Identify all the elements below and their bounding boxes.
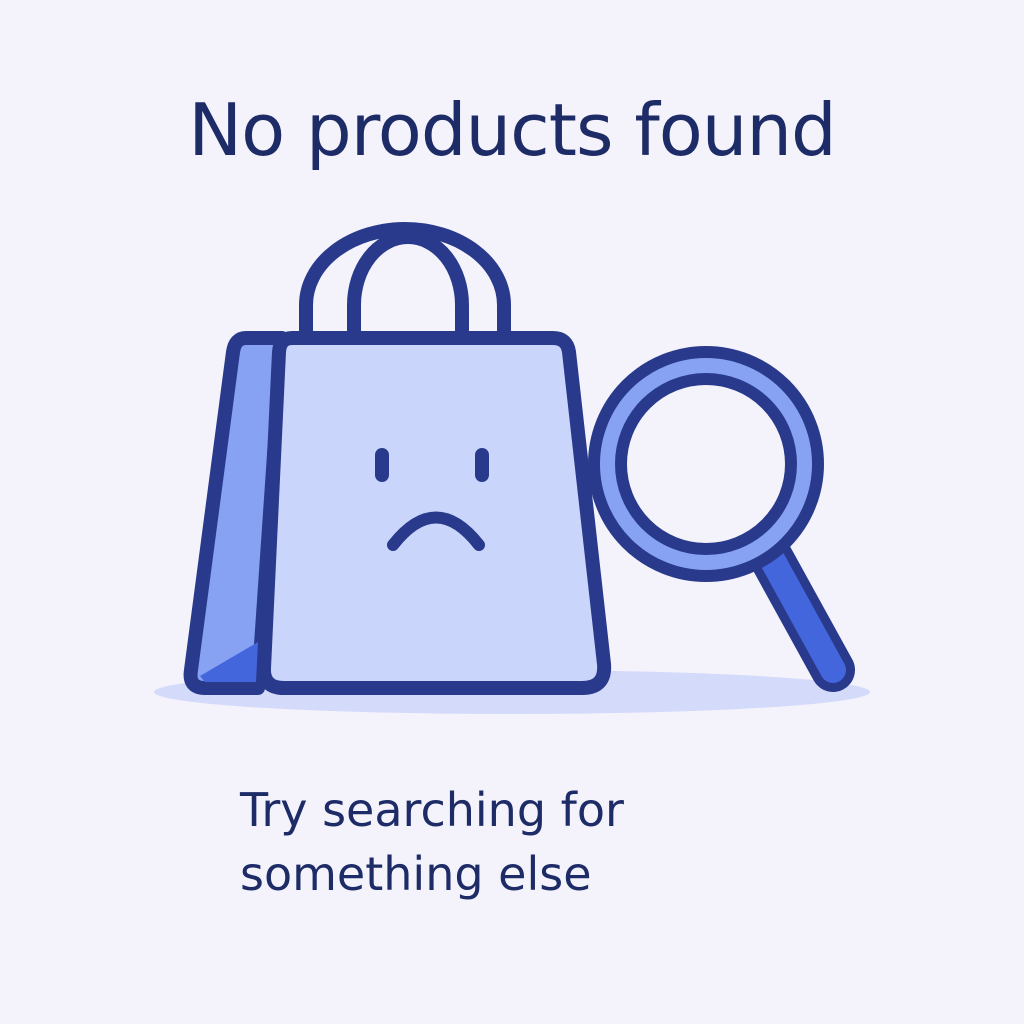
magnifying-glass-icon [588,346,855,692]
shopping-bag-icon [183,222,612,695]
empty-state-screen: No products found Try searching for some… [0,0,1024,1024]
empty-state-hint: Try searching for something else [240,783,624,901]
left-eye [375,448,389,482]
empty-state-illustration [154,222,870,714]
right-eye [475,448,489,482]
empty-state-title: No products found [188,88,837,172]
